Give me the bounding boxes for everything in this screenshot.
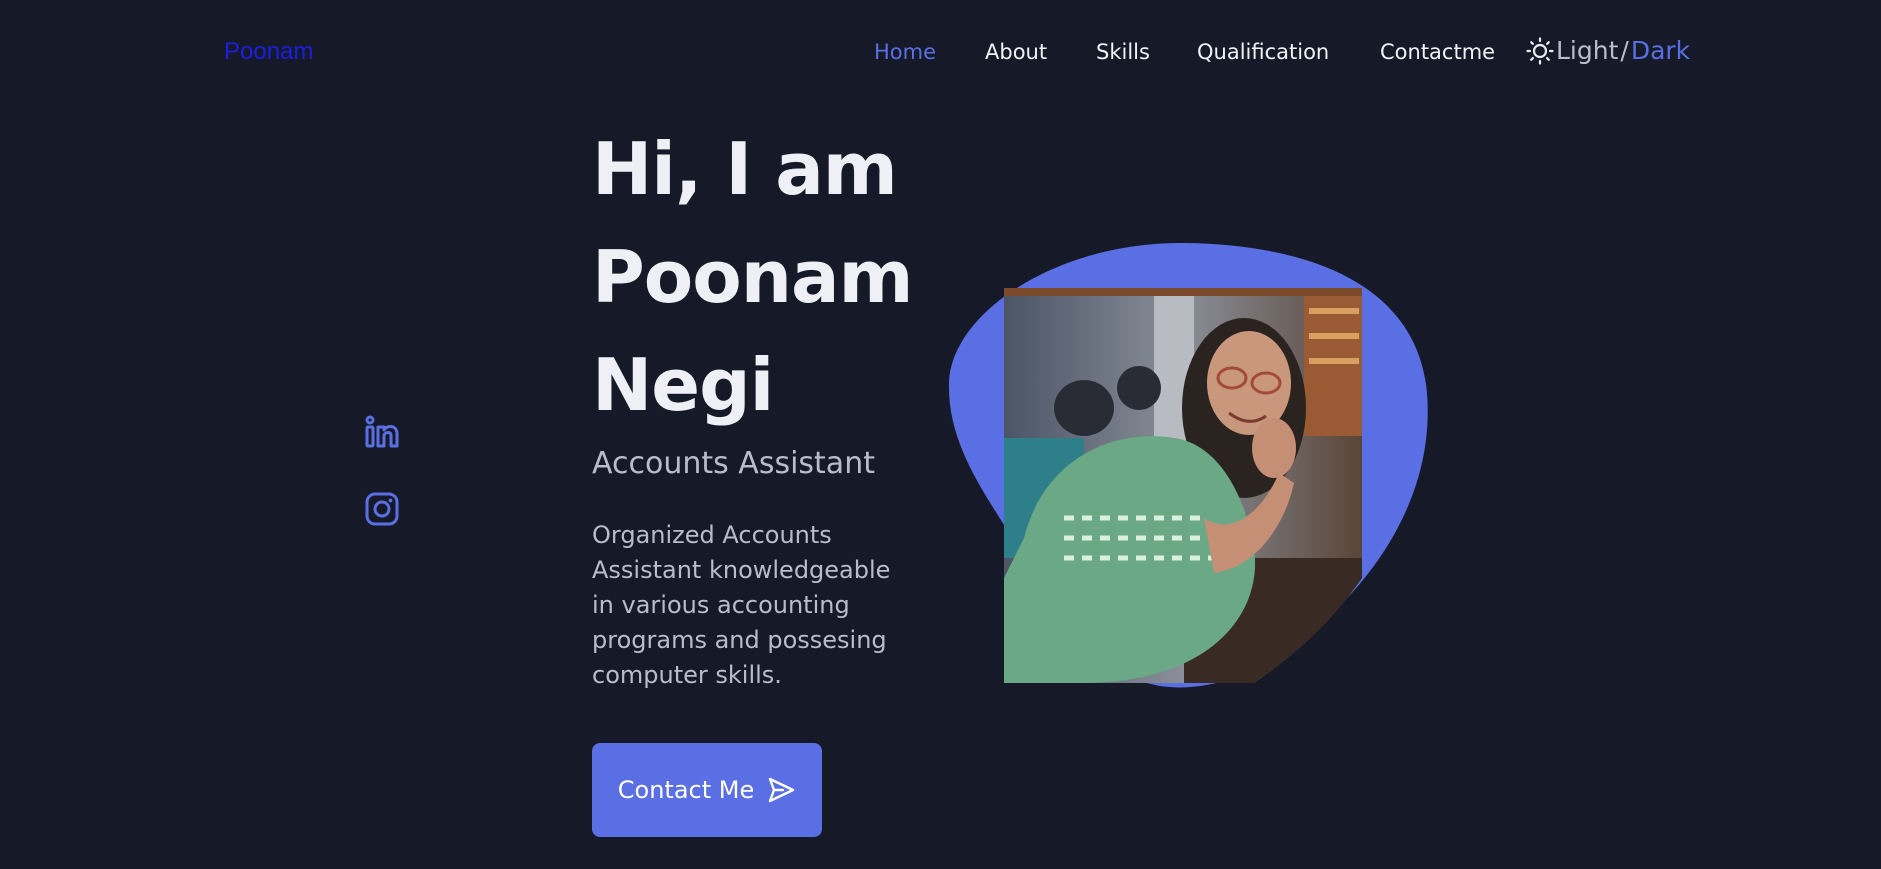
theme-toggle[interactable]: Light / Dark bbox=[1526, 36, 1690, 65]
contact-me-label: Contact Me bbox=[617, 776, 755, 804]
theme-separator: / bbox=[1620, 36, 1629, 65]
theme-dark-label[interactable]: Dark bbox=[1631, 36, 1690, 65]
sun-icon bbox=[1526, 36, 1554, 65]
instagram-icon bbox=[365, 492, 399, 526]
nav-link-contactme[interactable]: Contactme bbox=[1380, 40, 1495, 64]
nav-link-home[interactable]: Home bbox=[874, 40, 936, 64]
hero-title-line: Poonam bbox=[592, 235, 914, 319]
nav-link-skills[interactable]: Skills bbox=[1096, 40, 1150, 64]
send-icon bbox=[769, 777, 795, 803]
portfolio-page: Poonam Home About Skills Qualification C… bbox=[0, 0, 1881, 869]
instagram-link[interactable] bbox=[364, 491, 400, 527]
profile-photo bbox=[1004, 288, 1362, 683]
linkedin-icon bbox=[365, 415, 399, 448]
linkedin-link[interactable] bbox=[364, 414, 400, 450]
hero-title: Hi, I am Poonam Negi bbox=[592, 115, 952, 439]
hero-description: Organized Accounts Assistant knowledgeab… bbox=[592, 521, 891, 689]
hero-title-line: Hi, I am bbox=[592, 127, 898, 211]
logo-link[interactable]: Poonam bbox=[224, 38, 313, 66]
nav-link-about[interactable]: About bbox=[985, 40, 1047, 64]
hero-title-line: Negi bbox=[592, 343, 774, 427]
contact-me-button[interactable]: Contact Me bbox=[592, 743, 822, 837]
theme-light-label[interactable]: Light bbox=[1556, 36, 1618, 65]
hero-subtitle: Accounts Assistant bbox=[592, 446, 875, 481]
nav-link-qualification[interactable]: Qualification bbox=[1197, 40, 1329, 64]
top-navbar: Poonam Home About Skills Qualification C… bbox=[0, 0, 1881, 106]
